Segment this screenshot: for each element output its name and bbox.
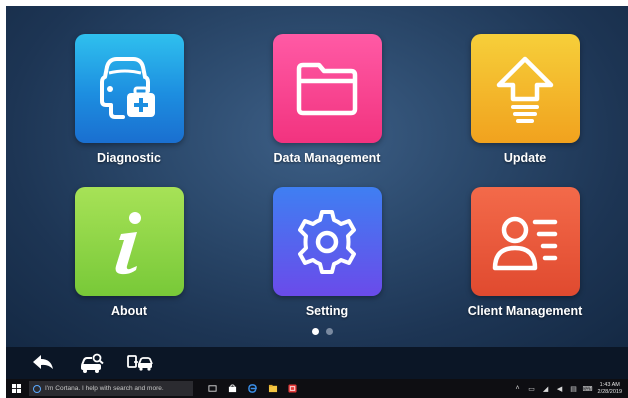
page-dot-active[interactable] bbox=[312, 328, 319, 335]
volume-icon[interactable]: ◀ bbox=[556, 385, 564, 393]
taskbar-pinned-apps bbox=[207, 383, 298, 394]
setting-tile[interactable] bbox=[272, 187, 382, 296]
file-explorer-icon[interactable] bbox=[267, 383, 278, 394]
battery-icon[interactable]: ▭ bbox=[528, 385, 536, 393]
notifications-icon[interactable]: ▤ bbox=[570, 385, 578, 393]
network-icon[interactable]: ◢ bbox=[542, 385, 550, 393]
clock-time: 1:43 AM bbox=[599, 381, 620, 388]
gear-icon bbox=[298, 209, 356, 274]
taskbar-clock[interactable]: 1:43 AM 2/28/2019 bbox=[598, 382, 622, 396]
home-screen: Diagnostic Data Management Update About … bbox=[6, 6, 628, 347]
client-management-tile[interactable] bbox=[470, 187, 580, 296]
app-label: About bbox=[110, 304, 148, 318]
data-management-tile[interactable] bbox=[272, 34, 382, 143]
car-transfer-icon bbox=[127, 355, 153, 371]
back-arrow-icon bbox=[33, 355, 53, 369]
car-search-icon bbox=[81, 353, 104, 373]
back-button[interactable] bbox=[30, 352, 58, 374]
car-medical-kit-icon bbox=[100, 56, 155, 119]
search-placeholder: I'm Cortana. I help with search and more… bbox=[45, 385, 164, 392]
update-tile[interactable] bbox=[470, 34, 580, 143]
info-i-icon bbox=[115, 211, 141, 274]
task-view-icon[interactable] bbox=[207, 383, 218, 394]
app-about[interactable]: About bbox=[54, 187, 204, 318]
windows-taskbar: I'm Cortana. I help with search and more… bbox=[6, 379, 628, 398]
cortana-icon bbox=[33, 384, 41, 393]
app-label: Update bbox=[503, 151, 547, 165]
about-tile[interactable] bbox=[74, 187, 184, 296]
app-setting[interactable]: Setting bbox=[252, 187, 402, 318]
keyboard-icon[interactable]: ⌨ bbox=[582, 385, 592, 393]
app-label: Data Management bbox=[273, 151, 381, 165]
app-label: Client Management bbox=[467, 304, 583, 318]
chevron-up-icon[interactable]: ˄ bbox=[514, 385, 522, 393]
system-tray: ˄ ▭ ◢ ◀ ▤ ⌨ 1:43 AM 2/28/2019 bbox=[514, 379, 622, 398]
store-icon[interactable] bbox=[227, 383, 238, 394]
diagnostic-tile[interactable] bbox=[74, 34, 184, 143]
edge-browser-icon[interactable] bbox=[247, 383, 258, 394]
app-label: Setting bbox=[305, 304, 349, 318]
diagnostic-app-icon[interactable] bbox=[287, 383, 298, 394]
app-client-management[interactable]: Client Management bbox=[450, 187, 600, 318]
vehicle-switch-button[interactable] bbox=[126, 352, 154, 374]
page-dot[interactable] bbox=[326, 328, 333, 335]
clock-date: 2/28/2019 bbox=[597, 388, 622, 395]
cortana-search-box[interactable]: I'm Cortana. I help with search and more… bbox=[29, 381, 193, 396]
up-arrow-icon bbox=[496, 56, 554, 123]
app-label: Diagnostic bbox=[97, 151, 161, 165]
device-screen: Diagnostic Data Management Update About … bbox=[6, 6, 628, 398]
app-data-management[interactable]: Data Management bbox=[252, 34, 402, 165]
person-list-icon bbox=[492, 216, 558, 270]
windows-logo-icon bbox=[11, 384, 21, 393]
bottom-nav-bar bbox=[6, 347, 628, 379]
folder-icon bbox=[296, 62, 358, 115]
app-diagnostic[interactable]: Diagnostic bbox=[54, 34, 204, 165]
start-button[interactable] bbox=[6, 379, 26, 398]
vehicle-search-button[interactable] bbox=[78, 352, 106, 374]
app-update[interactable]: Update bbox=[450, 34, 600, 165]
page-indicator bbox=[312, 328, 333, 335]
